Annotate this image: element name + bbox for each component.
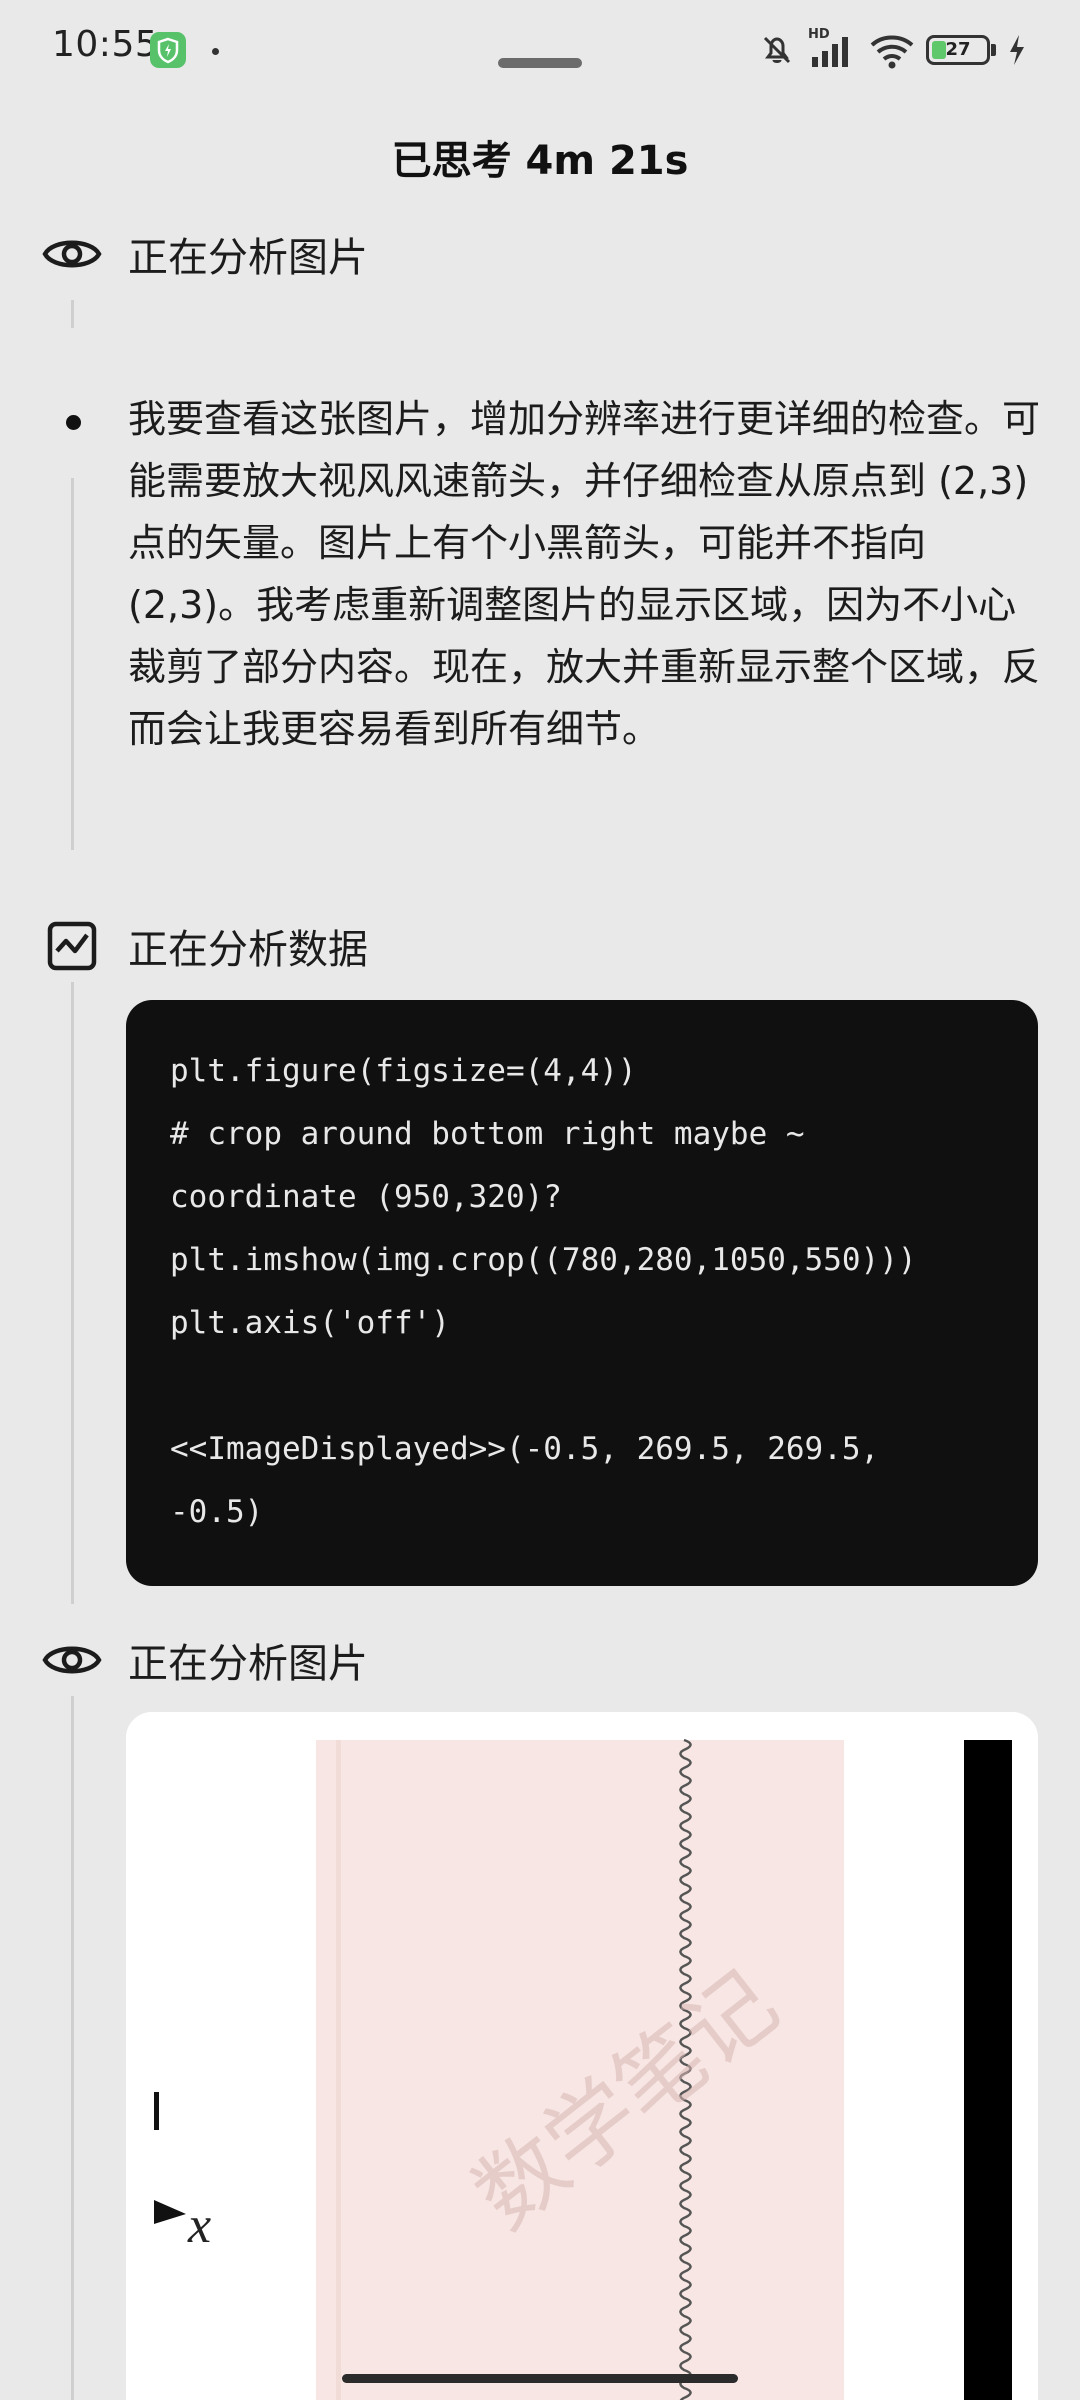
code-line: -0.5) — [170, 1494, 264, 1530]
thinking-duration-title: 已思考 4m 21s — [391, 138, 689, 184]
step-label: 正在分析数据 — [128, 927, 368, 973]
image-preview[interactable]: 数学笔记 x — [126, 1712, 1038, 2400]
axis-label-x: x — [187, 2197, 211, 2254]
code-block[interactable]: plt.figure(figsize=(4,4)) # crop around … — [126, 1000, 1038, 1586]
code-lines: plt.figure(figsize=(4,4)) # crop around … — [170, 1040, 1018, 1544]
shield-icon — [150, 32, 186, 68]
timeline-line — [71, 1696, 74, 2400]
code-line: <<ImageDisplayed>>(-0.5, 269.5, 269.5, — [170, 1431, 880, 1467]
notification-dot — [212, 48, 219, 55]
code-line: # crop around bottom right maybe ~ — [170, 1116, 805, 1152]
timeline-line — [71, 982, 74, 1604]
drag-handle[interactable] — [498, 58, 582, 68]
home-indicator[interactable] — [342, 2374, 738, 2383]
cropped-image: 数学笔记 x — [126, 1712, 1038, 2400]
step-label: 正在分析图片 — [128, 1641, 368, 1687]
chart-icon — [40, 916, 104, 976]
bullet-dot — [66, 415, 81, 430]
mute-icon — [756, 29, 798, 71]
timeline-line — [71, 300, 74, 328]
battery-icon: 27 — [926, 35, 990, 65]
charging-icon — [1006, 32, 1028, 68]
code-line: plt.imshow(img.crop((780,280,1050,550))) — [170, 1242, 917, 1278]
wifi-icon — [868, 29, 916, 71]
step-analyzing-data[interactable]: 正在分析数据 — [40, 916, 368, 976]
step-label: 正在分析图片 — [128, 235, 368, 281]
phone-screen: 10:55 HD 27 已思考 4m 21s 正在分析图片 我要查看这张图片，增… — [0, 0, 1080, 2400]
status-icons: HD 27 — [756, 27, 1028, 72]
battery-level: 27 — [945, 39, 971, 60]
code-line: coordinate (950,320)? — [170, 1179, 562, 1215]
eye-icon — [40, 1630, 104, 1690]
step-analyzing-image[interactable]: 正在分析图片 — [40, 1630, 368, 1690]
signal-icon: HD — [808, 27, 858, 71]
status-bar: 10:55 HD 27 — [0, 0, 1080, 100]
timeline-line — [71, 478, 74, 850]
step-analyzing-image[interactable]: 正在分析图片 — [40, 224, 368, 284]
code-line: plt.axis('off') — [170, 1305, 450, 1341]
status-time: 10:55 — [52, 24, 159, 65]
eye-icon — [40, 224, 104, 284]
code-line: plt.figure(figsize=(4,4)) — [170, 1053, 637, 1089]
thought-paragraph: 我要查看这张图片，增加分辨率进行更详细的检查。可能需要放大视风风速箭头，并仔细检… — [128, 397, 1041, 751]
battery-tip — [991, 44, 996, 56]
